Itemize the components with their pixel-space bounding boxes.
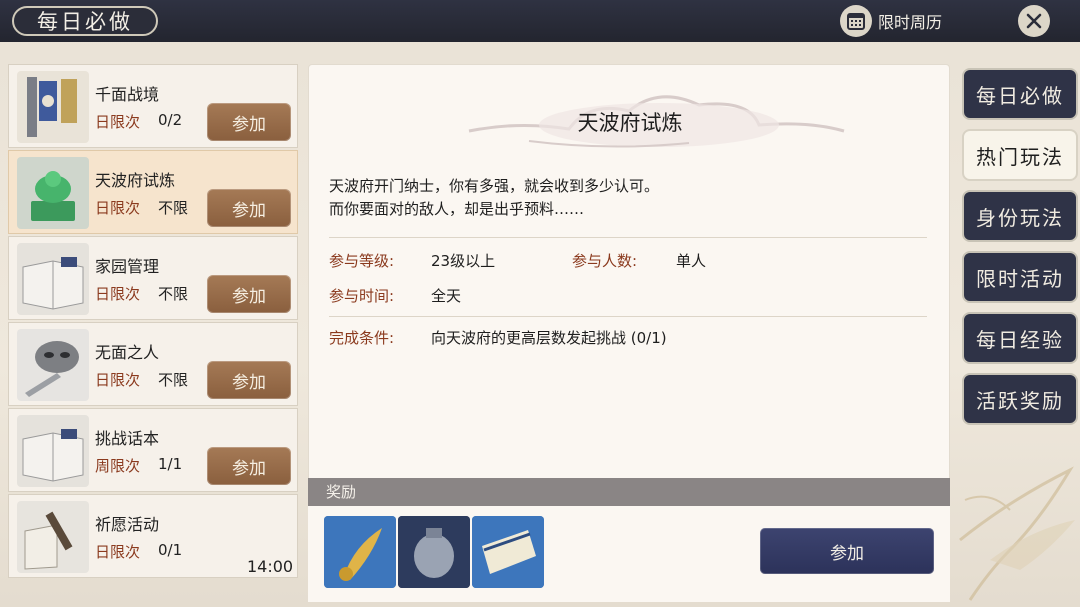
activity-limit-value: 不限 (158, 371, 189, 389)
activity-item[interactable]: 千面战境 日限次 0/2 参加 (8, 64, 298, 148)
join-button[interactable]: 参加 (207, 189, 291, 227)
calendar-button[interactable]: 限时周历 (840, 4, 960, 38)
join-button-main[interactable]: 参加 (760, 528, 934, 574)
scroll-ticket-icon[interactable] (472, 516, 544, 588)
join-button[interactable]: 参加 (207, 275, 291, 313)
activity-item[interactable]: 挑战话本 周限次 1/1 参加 (8, 408, 298, 492)
tab-identity-gameplay[interactable]: 身份玩法 (962, 190, 1078, 242)
calendar-label: 限时周历 (878, 13, 943, 32)
activity-item[interactable]: 祈愿活动 日限次 0/1 14:00 (8, 494, 298, 578)
divider (329, 237, 927, 238)
mask-dagger-icon (17, 329, 89, 401)
players-value: 单人 (676, 252, 707, 270)
activity-name: 挑战话本 (95, 429, 160, 448)
players-label: 参与人数: (572, 252, 638, 270)
reward-header: 奖励 (308, 478, 950, 506)
activity-limit-value: 1/1 (158, 455, 183, 473)
book-icon (17, 243, 89, 315)
mask-banner-icon (17, 71, 89, 143)
condition-value: 向天波府的更高层数发起挑战 (0/1) (431, 329, 667, 347)
activity-name: 无面之人 (95, 343, 160, 362)
tab-activity-rewards[interactable]: 活跃奖励 (962, 373, 1078, 425)
close-icon (1026, 13, 1042, 29)
activity-title: 天波府试炼 (577, 111, 683, 135)
activity-limit-label: 日限次 (95, 371, 141, 389)
join-button[interactable]: 参加 (207, 361, 291, 399)
condition-label: 完成条件: (329, 329, 395, 347)
silver-pouch-icon[interactable] (398, 516, 470, 588)
activity-limit-label: 日限次 (95, 543, 141, 561)
tab-daily-exp[interactable]: 每日经验 (962, 312, 1078, 364)
activity-description: 天波府开门纳士，你有多强，就会收到多少认可。 而你要面对的敌人，却是出乎预料…… (329, 175, 659, 221)
time-label: 参与时间: (329, 287, 395, 305)
wish-scroll-icon (17, 501, 89, 573)
activity-limit-label: 日限次 (95, 199, 141, 217)
crane-decoration-icon (959, 466, 1075, 601)
page-title: 每日必做 (12, 6, 158, 36)
activity-open-time: 14:00 (247, 557, 294, 576)
reward-area: 参加 (308, 506, 950, 602)
level-label: 参与等级: (329, 252, 395, 270)
activity-item[interactable]: 无面之人 日限次 不限 参加 (8, 322, 298, 406)
activity-limit-value: 0/2 (158, 111, 183, 129)
activity-name: 天波府试炼 (95, 171, 176, 190)
activity-limit-label: 日限次 (95, 113, 141, 131)
activity-limit-label: 周限次 (95, 457, 141, 475)
calendar-icon (840, 5, 872, 37)
activity-limit-value: 不限 (158, 199, 189, 217)
activity-name: 家园管理 (95, 257, 160, 276)
description-line: 天波府开门纳士，你有多强，就会收到多少认可。 (329, 177, 660, 195)
close-button[interactable] (1018, 5, 1050, 37)
jade-key-icon[interactable] (324, 516, 396, 588)
time-value: 全天 (431, 287, 462, 305)
tab-daily-must[interactable]: 每日必做 (962, 68, 1078, 120)
join-button[interactable]: 参加 (207, 447, 291, 485)
level-value: 23级以上 (431, 252, 496, 270)
activity-item-selected[interactable]: 天波府试炼 日限次 不限 参加 (8, 150, 298, 234)
activity-name: 祈愿活动 (95, 515, 160, 534)
activity-limit-value: 0/1 (158, 541, 183, 559)
activity-item[interactable]: 家园管理 日限次 不限 参加 (8, 236, 298, 320)
book-icon (17, 415, 89, 487)
divider (329, 316, 927, 317)
join-button[interactable]: 参加 (207, 103, 291, 141)
top-bar: 每日必做 限时周历 (0, 0, 1080, 42)
tab-limited-events[interactable]: 限时活动 (962, 251, 1078, 303)
description-line: 而你要面对的敌人，却是出乎预料…… (329, 200, 585, 218)
jade-seal-icon (17, 157, 89, 229)
activity-detail-panel: 天波府试炼 天波府开门纳士，你有多强，就会收到多少认可。 而你要面对的敌人，却是… (308, 64, 950, 484)
activity-name: 千面战境 (95, 85, 160, 104)
activity-limit-label: 日限次 (95, 285, 141, 303)
activity-list[interactable]: 千面战境 日限次 0/2 参加 天波府试炼 日限次 不限 参加 家园管理 日限次… (8, 64, 298, 607)
activity-limit-value: 不限 (158, 285, 189, 303)
tab-hot-gameplay[interactable]: 热门玩法 (962, 129, 1078, 181)
